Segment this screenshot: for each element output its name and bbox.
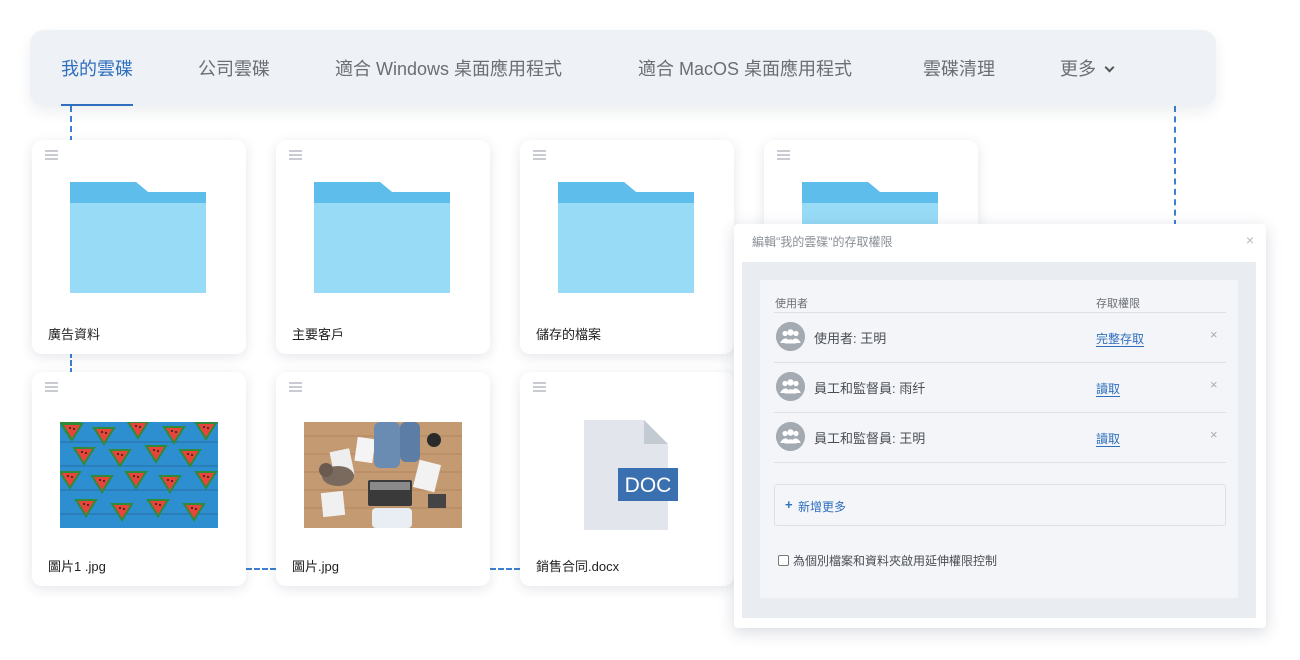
remove-user-icon[interactable]: ×: [1210, 427, 1218, 442]
folder-icon: [70, 182, 206, 293]
column-header-access: 存取權限: [1096, 298, 1140, 310]
permissions-dialog: 編輯"我的雲碟"的存取權限 × 使用者 存取權限 使用者: 王明 完整存取 ×: [734, 224, 1266, 628]
extended-permissions-option[interactable]: 為個別檔案和資料夾啟用延伸權限控制: [778, 552, 997, 569]
document-file-card[interactable]: DOC 銷售合同.docx: [520, 372, 734, 586]
drag-handle-icon[interactable]: [45, 150, 58, 160]
tab-windows-desktop-app[interactable]: 適合 Windows 桌面應用程式: [335, 30, 562, 106]
desk-laptop-image-thumbnail: [304, 422, 462, 528]
divider: [774, 462, 1226, 463]
doc-file-icon: DOC: [584, 420, 678, 530]
item-name: 圖片.jpg: [292, 559, 339, 574]
extended-permissions-label: 為個別檔案和資料夾啟用延伸權限控制: [793, 554, 998, 568]
folder-card[interactable]: 主要客戶: [276, 140, 490, 354]
drag-handle-icon[interactable]: [777, 150, 790, 160]
item-name: 圖片1 .jpg: [48, 559, 106, 574]
add-more-button[interactable]: + 新增更多: [774, 484, 1226, 526]
image-file-card[interactable]: 圖片1 .jpg: [32, 372, 246, 586]
folder-icon: [314, 182, 450, 293]
drive-nav-bar: 我的雲碟 公司雲碟 適合 Windows 桌面應用程式 適合 MacOS 桌面應…: [30, 30, 1216, 106]
column-header-user: 使用者: [775, 298, 808, 310]
drag-handle-icon[interactable]: [289, 150, 302, 160]
folder-card[interactable]: 廣告資料: [32, 140, 246, 354]
access-level-link[interactable]: 讀取: [1096, 380, 1120, 397]
drag-handle-icon[interactable]: [533, 382, 546, 392]
connector-line: [70, 352, 72, 374]
user-row: 員工和監督員: 雨纤 讀取 ×: [774, 363, 1226, 412]
dialog-body: 使用者 存取權限 使用者: 王明 完整存取 × 員工和監督員: 雨纤 讀取 × …: [742, 262, 1256, 618]
user-group-icon: [776, 372, 805, 401]
doc-badge-text: DOC: [625, 474, 672, 497]
watermelon-image-thumbnail: [60, 422, 218, 528]
remove-user-icon[interactable]: ×: [1210, 377, 1218, 392]
drag-handle-icon[interactable]: [45, 382, 58, 392]
user-row: 使用者: 王明 完整存取 ×: [774, 313, 1226, 362]
folder-icon: [558, 182, 694, 293]
chevron-down-icon: [1104, 62, 1115, 73]
connector-line: [246, 568, 276, 570]
extended-permissions-checkbox[interactable]: [778, 555, 789, 566]
permissions-panel: 使用者 存取權限 使用者: 王明 完整存取 × 員工和監督員: 雨纤 讀取 × …: [760, 280, 1238, 598]
tab-my-drive[interactable]: 我的雲碟: [61, 30, 133, 106]
dialog-title: 編輯"我的雲碟"的存取權限: [752, 235, 893, 249]
user-name: 使用者: 王明: [814, 331, 887, 346]
plus-icon: +: [785, 497, 793, 512]
connector-line: [1174, 106, 1176, 226]
item-name: 主要客戶: [292, 327, 345, 342]
access-level-link[interactable]: 讀取: [1096, 430, 1120, 447]
item-name: 廣告資料: [48, 327, 101, 342]
close-icon[interactable]: ×: [1246, 232, 1254, 248]
drag-handle-icon[interactable]: [533, 150, 546, 160]
item-name: 儲存的檔案: [536, 327, 602, 342]
user-name: 員工和監督員: 王明: [814, 431, 926, 446]
connector-line: [70, 106, 72, 142]
folder-card[interactable]: 儲存的檔案: [520, 140, 734, 354]
remove-user-icon[interactable]: ×: [1210, 327, 1218, 342]
user-group-icon: [776, 322, 805, 351]
tab-company-drive[interactable]: 公司雲碟: [198, 30, 270, 106]
user-name: 員工和監督員: 雨纤: [814, 381, 926, 396]
tab-drive-cleanup[interactable]: 雲碟清理: [923, 30, 995, 106]
item-name: 銷售合同.docx: [536, 559, 620, 574]
drag-handle-icon[interactable]: [289, 382, 302, 392]
tab-more-label: 更多: [1060, 59, 1096, 79]
tab-macos-desktop-app[interactable]: 適合 MacOS 桌面應用程式: [638, 30, 852, 106]
connector-line: [490, 568, 520, 570]
tab-more[interactable]: 更多: [1060, 30, 1115, 106]
user-row: 員工和監督員: 王明 讀取 ×: [774, 413, 1226, 462]
add-more-label: 新增更多: [798, 500, 847, 514]
user-group-icon: [776, 422, 805, 451]
image-file-card[interactable]: 圖片.jpg: [276, 372, 490, 586]
access-level-link[interactable]: 完整存取: [1096, 330, 1144, 347]
